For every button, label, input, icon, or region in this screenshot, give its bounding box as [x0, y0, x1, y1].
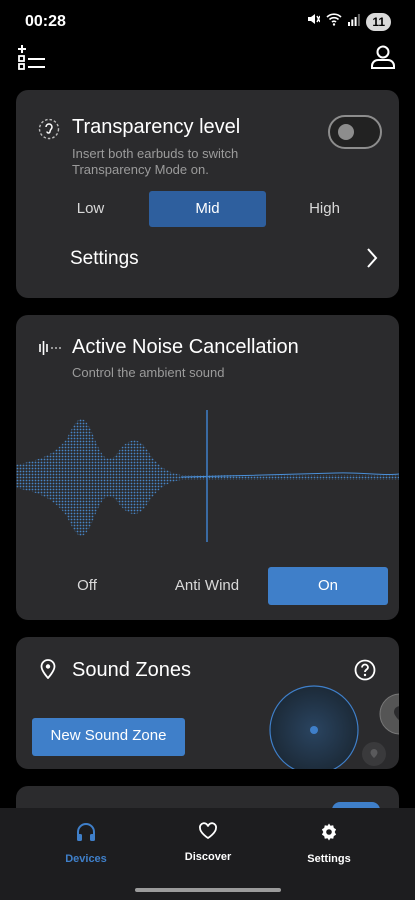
add-list-icon[interactable] [17, 44, 47, 77]
transparency-title: Transparency level [72, 116, 241, 138]
toggle-knob [338, 124, 354, 140]
profile-icon[interactable] [370, 45, 396, 74]
nav-settings[interactable]: Settings [279, 822, 379, 865]
anc-option-anti-wind[interactable]: Anti Wind [146, 567, 268, 605]
nav-discover-label: Discover [184, 851, 232, 863]
anc-waveform [16, 410, 399, 542]
sound-zone-map [269, 685, 399, 769]
transparency-card: Transparency level Insert both earbuds t… [16, 90, 399, 298]
nav-discover[interactable]: Discover [158, 822, 258, 863]
headphones-icon [75, 823, 97, 846]
settings-row-label[interactable]: Settings [70, 248, 139, 270]
nav-devices[interactable]: Devices [36, 822, 136, 865]
anc-title: Active Noise Cancellation [72, 336, 299, 358]
transparency-option-high[interactable]: High [266, 191, 383, 227]
sound-zones-card: Sound Zones New Sound Zone [16, 637, 399, 769]
home-indicator[interactable] [135, 888, 281, 892]
anc-option-off[interactable]: Off [32, 567, 142, 605]
transparency-option-mid[interactable]: Mid [149, 191, 266, 227]
mute-icon [306, 12, 321, 31]
sound-zones-title: Sound Zones [72, 659, 191, 681]
status-time: 00:28 [25, 13, 66, 30]
chevron-right-icon[interactable] [366, 247, 378, 274]
bottom-nav: Devices Discover Settings [0, 808, 415, 900]
gear-icon [319, 823, 339, 846]
anc-card: Active Noise Cancellation Control the am… [16, 315, 399, 620]
status-icons: 11 [306, 12, 391, 31]
nav-settings-label: Settings [307, 853, 351, 865]
signal-icon [348, 13, 361, 31]
transparency-subtitle-1: Insert both earbuds to switch [72, 146, 239, 161]
transparency-subtitle-2: Transparency Mode on. [72, 162, 209, 177]
nav-devices-label: Devices [65, 853, 107, 865]
transparency-toggle[interactable] [328, 115, 382, 149]
new-sound-zone-button[interactable]: New Sound Zone [32, 718, 185, 756]
wifi-icon [326, 12, 342, 31]
status-bar: 00:28 11 [0, 0, 415, 44]
anc-subtitle: Control the ambient sound [72, 365, 225, 380]
anc-option-on[interactable]: On [268, 567, 388, 605]
battery-indicator: 11 [366, 12, 391, 31]
sound-wave-icon [38, 337, 62, 364]
transparency-option-low[interactable]: Low [32, 191, 149, 227]
location-pin-icon [40, 659, 56, 684]
heart-icon [198, 822, 218, 844]
ear-icon [38, 118, 60, 145]
